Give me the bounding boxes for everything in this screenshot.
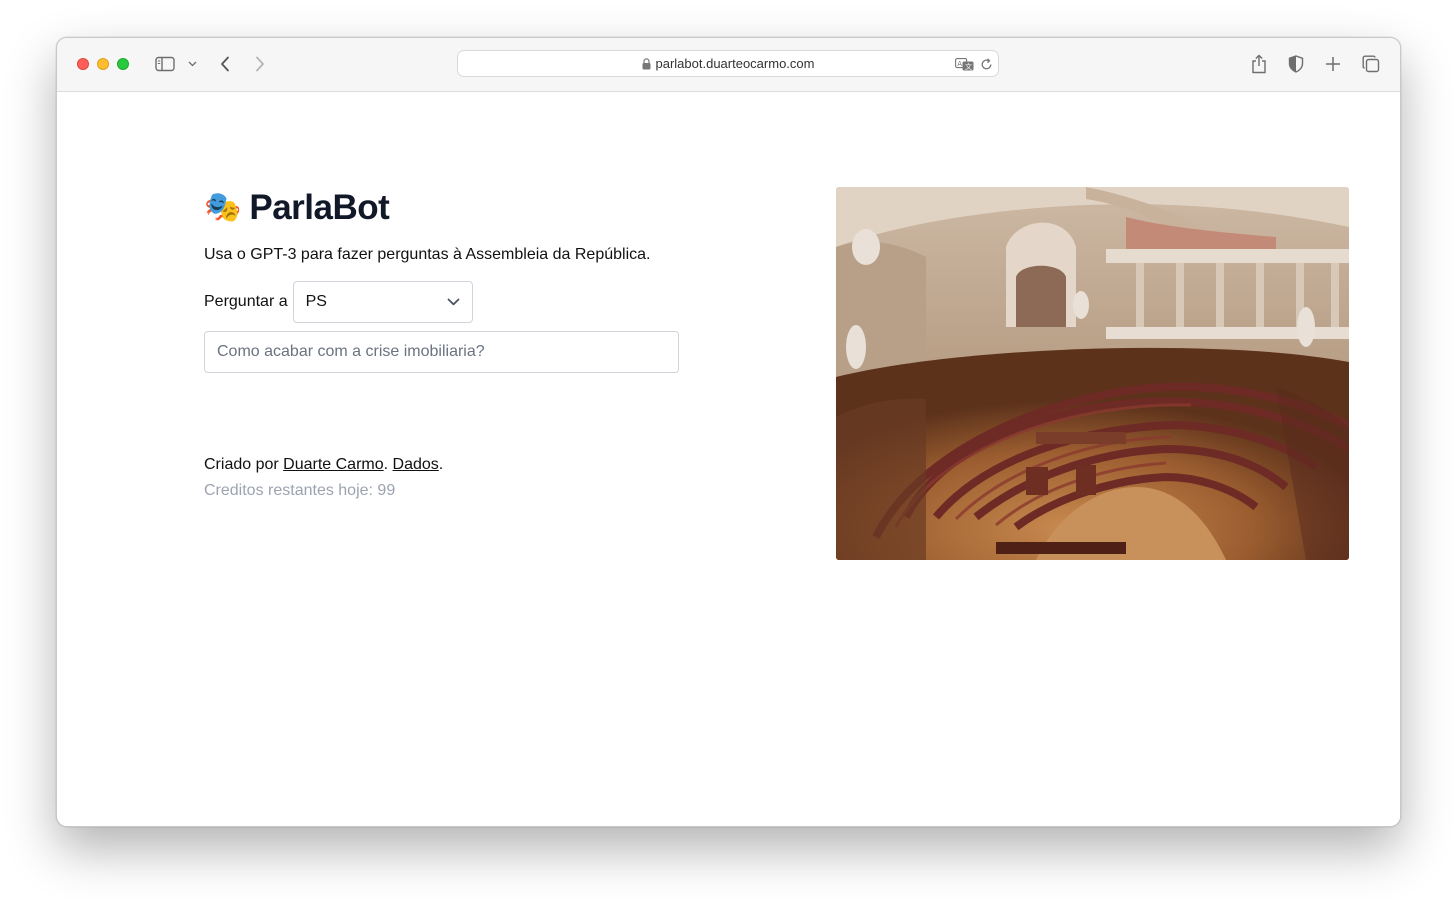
data-link[interactable]: Dados <box>393 456 439 473</box>
browser-toolbar: parlabot.duarteocarmo.com A文 <box>57 38 1400 92</box>
theater-masks-icon: 🎭 <box>204 191 242 224</box>
party-select-row: Perguntar a PS <box>204 281 473 323</box>
chevron-down-icon <box>447 293 460 311</box>
browser-window: parlabot.duarteocarmo.com A文 🎭 ParlaBot <box>56 37 1401 827</box>
page-subtitle: Usa o GPT-3 para fazer perguntas à Assem… <box>204 246 651 263</box>
footer-credit: Criado por Duarte Carmo. Dados. <box>204 456 443 474</box>
translate-icon[interactable]: A文 <box>954 57 974 71</box>
svg-text:文: 文 <box>965 61 972 70</box>
reload-icon[interactable] <box>979 57 993 71</box>
page-header: 🎭 ParlaBot <box>204 186 390 230</box>
author-link[interactable]: Duarte Carmo <box>283 456 383 473</box>
page-content: 🎭 ParlaBot Usa o GPT-3 para fazer pergun… <box>57 92 1400 826</box>
credits-remaining: Creditos restantes hoje: 99 <box>204 482 396 499</box>
party-select-value: PS <box>305 293 327 310</box>
svg-text:A: A <box>957 59 962 67</box>
privacy-shield-icon[interactable] <box>1286 53 1306 75</box>
chevron-down-icon[interactable] <box>186 58 198 70</box>
back-icon[interactable] <box>217 54 233 74</box>
url-text: parlabot.duarteocarmo.com <box>655 56 815 71</box>
page-title: ParlaBot <box>249 188 390 227</box>
question-input[interactable] <box>204 331 679 373</box>
lock-icon <box>642 53 651 78</box>
minimize-window-button[interactable] <box>97 58 109 70</box>
footer-separator: . <box>383 456 393 473</box>
party-select[interactable]: PS <box>292 281 473 323</box>
ask-label: Perguntar a <box>204 293 288 310</box>
forward-icon[interactable] <box>252 54 268 74</box>
tabs-overview-icon[interactable] <box>1361 53 1381 75</box>
footer-prefix: Criado por <box>204 456 284 473</box>
close-window-button[interactable] <box>77 58 89 70</box>
address-bar[interactable]: parlabot.duarteocarmo.com A文 <box>457 50 999 77</box>
footer-end: . <box>438 456 444 473</box>
sidebar-icon[interactable] <box>154 54 176 74</box>
zoom-window-button[interactable] <box>117 58 129 70</box>
parliament-photo <box>836 187 1349 560</box>
new-tab-icon[interactable] <box>1323 53 1343 75</box>
share-icon[interactable] <box>1249 53 1269 75</box>
